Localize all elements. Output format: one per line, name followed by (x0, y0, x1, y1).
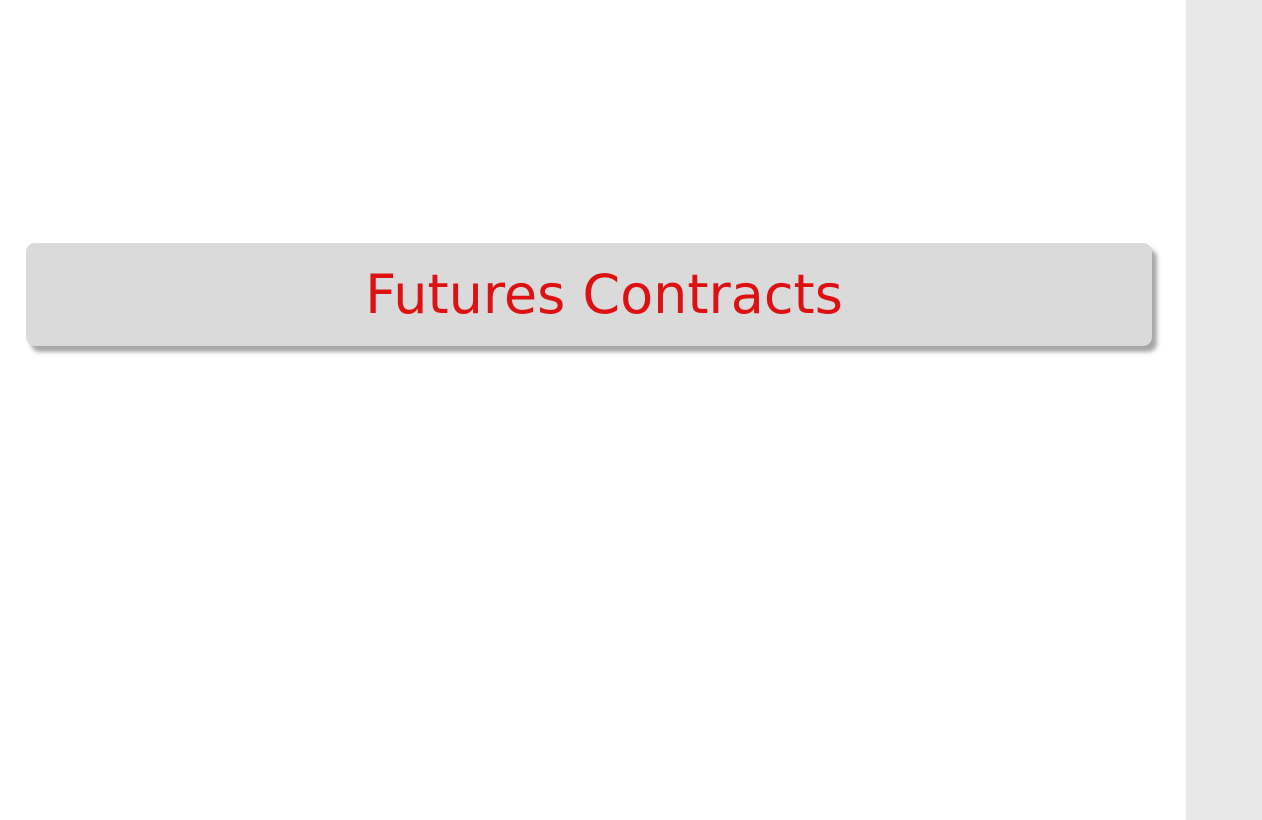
side-panel (1186, 0, 1262, 820)
section-title-box: Futures Contracts (26, 243, 1152, 346)
presentation-viewer: Futures Contracts (0, 0, 1262, 820)
section-title: Futures Contracts (365, 263, 843, 326)
slide: Futures Contracts (0, 0, 1186, 820)
